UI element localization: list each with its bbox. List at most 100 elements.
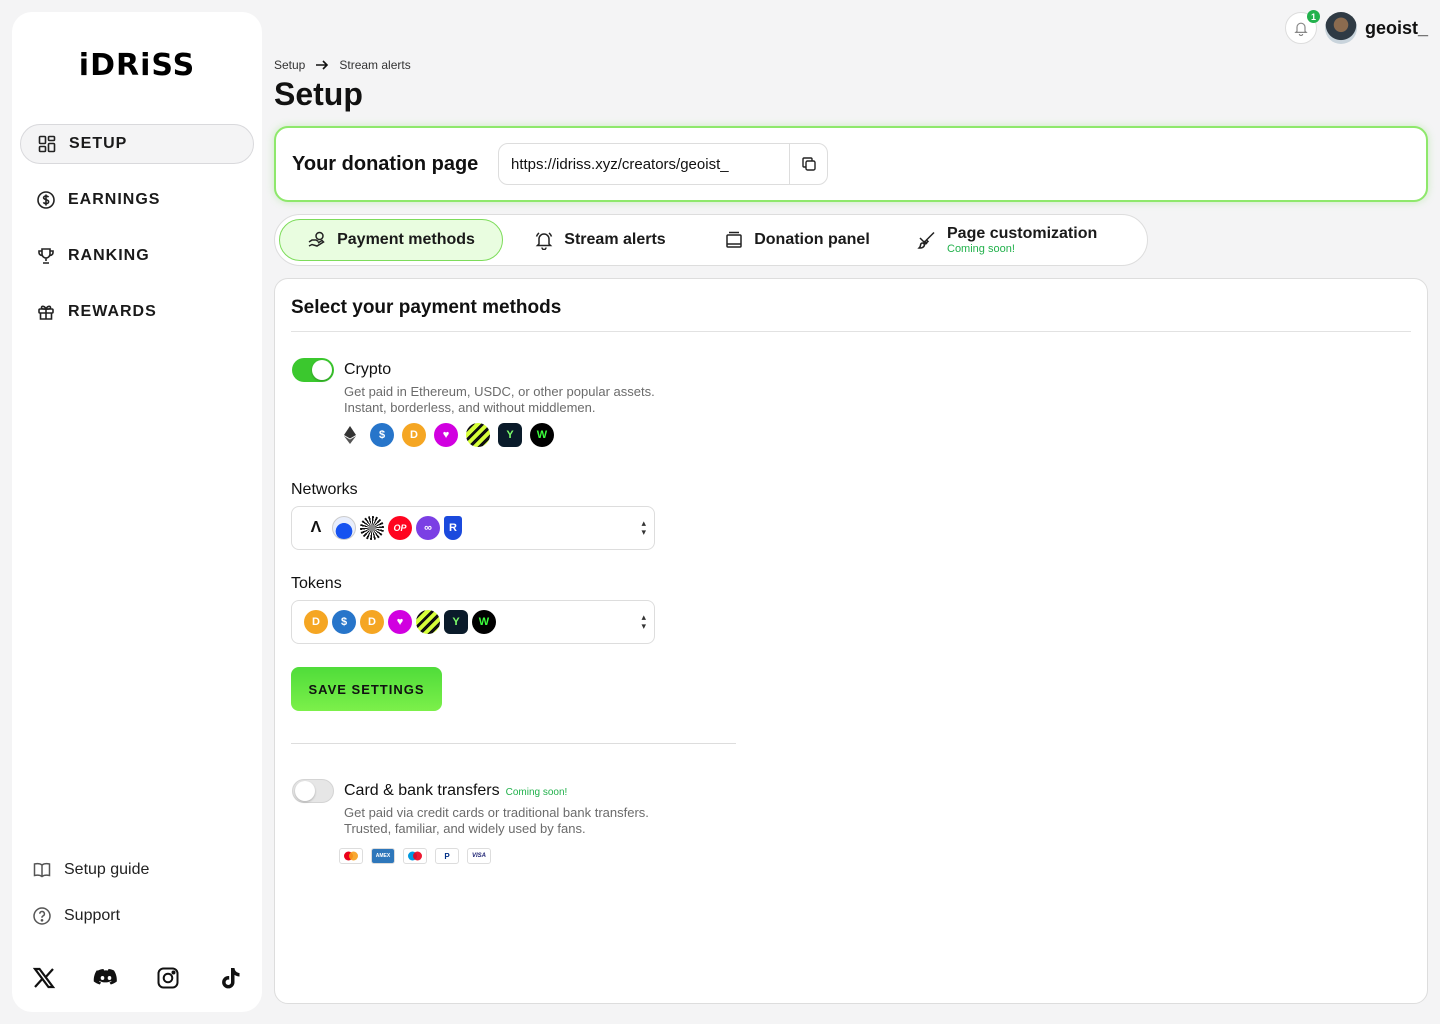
toggle-knob — [295, 781, 315, 801]
sidebar: iDRiSS SETUP EARNINGS RANKING REWARDS Se… — [12, 12, 262, 1012]
crypto-description-line-1: Get paid in Ethereum, USDC, or other pop… — [344, 384, 655, 399]
card-bank-description-line-1: Get paid via credit cards or traditional… — [344, 805, 649, 820]
select-arrows-icon: ▴ ▾ — [641, 612, 646, 631]
tab-payment-methods[interactable]: Payment methods — [279, 219, 503, 261]
shield-token-icon: Y — [498, 423, 522, 447]
token-pink-icon: ♥ — [388, 610, 412, 634]
coming-soon-badge: Coming soon! — [947, 243, 1015, 255]
card-bank-description: Get paid via credit cards or traditional… — [344, 805, 649, 837]
mastercard-icon — [339, 848, 363, 864]
crypto-toggle[interactable] — [292, 358, 334, 382]
crypto-description: Get paid in Ethereum, USDC, or other pop… — [344, 384, 655, 416]
dollar-icon — [37, 191, 55, 209]
panel-icon — [726, 231, 742, 248]
tiktok-icon[interactable] — [216, 964, 244, 992]
breadcrumb-setup[interactable]: Setup — [274, 58, 305, 72]
brush-icon — [917, 231, 935, 249]
usdc-icon: $ — [370, 423, 394, 447]
tab-page-customization[interactable]: Page customization Coming soon! — [897, 219, 1117, 261]
setup-guide-link[interactable]: Setup guide — [32, 858, 149, 882]
card-bank-description-line-2: Trusted, familiar, and widely used by fa… — [344, 821, 586, 836]
ethereum-icon — [338, 423, 362, 447]
donation-page-label: Your donation page — [292, 152, 479, 175]
x-icon[interactable] — [30, 964, 58, 992]
amex-icon: AMEX — [371, 848, 395, 864]
tab-text: Page customization Coming soon! — [947, 224, 1097, 256]
sidebar-item-label: SETUP — [69, 135, 128, 152]
tab-label: Payment methods — [337, 231, 475, 248]
token-usdc-icon: $ — [332, 610, 356, 634]
panel-title: Select your payment methods — [291, 297, 562, 318]
toggle-knob — [312, 360, 332, 380]
setup-guide-label: Setup guide — [64, 861, 150, 878]
arrow-right-icon — [316, 60, 329, 70]
network-optimism-icon: OP — [388, 516, 412, 540]
sidebar-item-rewards[interactable]: REWARDS — [20, 292, 254, 332]
instagram-icon[interactable] — [154, 964, 182, 992]
idriss-logo[interactable]: iDRiSS — [12, 48, 262, 83]
tab-label: Donation panel — [754, 231, 870, 248]
donation-url-field[interactable]: https://idriss.xyz/creators/geoist_ — [498, 143, 828, 185]
green-token-icon: W — [530, 423, 554, 447]
trophy-icon — [38, 248, 54, 264]
payment-icon — [308, 231, 325, 247]
book-icon — [33, 862, 51, 878]
avatar[interactable] — [1324, 12, 1357, 44]
question-icon — [33, 907, 51, 925]
social-links — [30, 964, 244, 992]
sidebar-item-label: REWARDS — [68, 303, 157, 320]
donation-url-text[interactable]: https://idriss.xyz/creators/geoist_ — [499, 156, 789, 173]
coming-soon-badge: Coming soon! — [505, 787, 568, 798]
username[interactable]: geoist_ — [1365, 18, 1428, 39]
payment-methods-panel: Select your payment methods Crypto Get p… — [274, 278, 1428, 1004]
tokens-select[interactable]: D $ D ♥ Y W ▴ ▾ — [291, 600, 655, 644]
token-green-icon: W — [472, 610, 496, 634]
crypto-title: Crypto — [344, 361, 392, 378]
select-arrows-icon: ▴ ▾ — [641, 518, 646, 537]
copy-icon — [801, 157, 816, 171]
setup-tabs: Payment methods Stream alerts Donation p… — [274, 214, 1148, 266]
page-title: Setup — [274, 76, 363, 112]
divider — [291, 743, 736, 744]
card-brand-icons: AMEX P VISA — [339, 848, 491, 864]
gift-icon — [38, 305, 54, 320]
token-striped-icon — [416, 610, 440, 634]
tab-stream-alerts[interactable]: Stream alerts — [503, 219, 697, 261]
save-settings-button[interactable]: SAVE SETTINGS — [291, 667, 442, 711]
crypto-description-line-2: Instant, borderless, and without middlem… — [344, 400, 596, 415]
card-bank-title: Card & bank transfers — [344, 782, 500, 799]
network-sunburst-icon — [360, 516, 384, 540]
sidebar-item-earnings[interactable]: EARNINGS — [20, 180, 254, 220]
tab-donation-panel[interactable]: Donation panel — [697, 219, 897, 261]
sidebar-item-ranking[interactable]: RANKING — [20, 236, 254, 276]
breadcrumb-stream-alerts[interactable]: Stream alerts — [339, 58, 410, 72]
notifications-button[interactable]: 1 — [1284, 10, 1320, 44]
divider — [291, 331, 1411, 332]
network-abstract-icon: Λ — [304, 516, 328, 540]
copy-url-button[interactable] — [789, 144, 827, 184]
networks-select[interactable]: Λ OP ∞ R ▴ ▾ — [291, 506, 655, 550]
network-ronin-icon: R — [444, 516, 462, 540]
support-label: Support — [64, 907, 121, 924]
support-link[interactable]: Support — [32, 904, 149, 928]
bell-icon — [1294, 22, 1308, 36]
user-bar: 1 geoist_ — [1284, 10, 1428, 44]
card-bank-toggle[interactable] — [292, 779, 334, 803]
crypto-asset-icons: $ D ♥ Y W — [338, 423, 554, 447]
dai-icon: D — [402, 423, 426, 447]
bell-icon — [535, 232, 553, 250]
network-polygon-icon: ∞ — [416, 516, 440, 540]
tab-label: Page customization — [947, 224, 1098, 242]
card-bank-title-row: Card & bank transfers Coming soon! — [344, 782, 567, 800]
maestro-icon — [403, 848, 427, 864]
tab-label: Stream alerts — [564, 231, 666, 248]
sidebar-item-label: EARNINGS — [68, 191, 161, 208]
token-shield-icon: Y — [444, 610, 468, 634]
notification-count-badge: 1 — [1306, 10, 1320, 23]
sidebar-item-setup[interactable]: SETUP — [20, 124, 254, 164]
paypal-icon: P — [435, 848, 459, 864]
discord-icon[interactable] — [92, 964, 120, 992]
network-base-icon — [332, 516, 356, 540]
visa-icon: VISA — [467, 848, 491, 864]
striped-token-icon — [466, 423, 490, 447]
